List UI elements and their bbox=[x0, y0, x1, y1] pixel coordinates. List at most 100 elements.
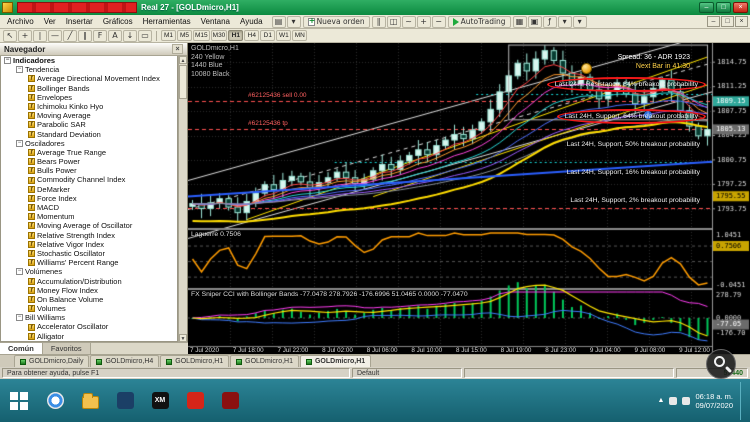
toolbar-icon-button[interactable]: ▾ bbox=[286, 15, 301, 28]
new-order-button[interactable]: Nueva orden bbox=[302, 15, 370, 28]
navigator-item[interactable]: − f Commodity Channel Index bbox=[1, 175, 177, 184]
toolbar-icon-button[interactable]: ◫ bbox=[386, 15, 401, 28]
timeframe-button[interactable]: H1 bbox=[228, 30, 244, 41]
navigator-item[interactable]: − f Bears Power bbox=[1, 157, 177, 166]
mdi-restore-button[interactable]: □ bbox=[721, 16, 734, 27]
tray-icon-2[interactable] bbox=[682, 396, 691, 405]
navigator-item[interactable]: − f Indicadores bbox=[1, 56, 177, 65]
magnifier-overlay-button[interactable] bbox=[706, 349, 736, 379]
toolbar-icon-button[interactable]: + bbox=[416, 15, 431, 28]
tree-expander-icon[interactable]: − bbox=[16, 268, 23, 276]
chart-tab[interactable]: GOLDmicro,H1 bbox=[160, 355, 230, 367]
toolbar-icon-button[interactable]: ƒ bbox=[542, 15, 557, 28]
drawing-tool-button[interactable]: ↓ bbox=[123, 29, 137, 42]
navigator-item[interactable]: − f Relative Strength Index bbox=[1, 231, 177, 240]
navigator-item[interactable]: − f Ichimoku Kinko Hyo bbox=[1, 102, 177, 111]
navigator-item[interactable]: − f Standard Deviation bbox=[1, 130, 177, 139]
scroll-up-icon[interactable]: ▲ bbox=[179, 56, 187, 64]
navigator-item[interactable]: − f Momentum bbox=[1, 212, 177, 221]
timeframe-button[interactable]: M5 bbox=[177, 30, 192, 41]
navigator-item[interactable]: − f Parabolic SAR bbox=[1, 120, 177, 129]
navigator-tab[interactable]: Favoritos bbox=[42, 343, 91, 354]
drawing-tool-button[interactable]: A bbox=[108, 29, 122, 42]
navigator-item[interactable]: − f Relative Vigor Index bbox=[1, 240, 177, 249]
taskbar-app-icon[interactable] bbox=[214, 383, 246, 419]
navigator-item[interactable]: − f Average Directional Movement Index bbox=[1, 74, 177, 83]
menu-item[interactable]: Gráficos bbox=[98, 17, 138, 26]
navigator-item[interactable]: − f Accelerator Oscillator bbox=[1, 322, 177, 331]
drawing-tool-button[interactable]: ∥ bbox=[78, 29, 92, 42]
tray-chevron-icon[interactable]: ▲ bbox=[658, 397, 665, 404]
autotrading-button[interactable]: AutoTrading bbox=[447, 15, 511, 28]
toolbar-icon-button[interactable]: ▦ bbox=[512, 15, 527, 28]
navigator-item[interactable]: − f Force Index bbox=[1, 194, 177, 203]
tree-expander-icon[interactable]: − bbox=[16, 66, 23, 74]
navigator-tab[interactable]: Común bbox=[0, 343, 43, 354]
timeframe-button[interactable]: MN bbox=[292, 30, 308, 41]
navigator-item[interactable]: − f Bill Williams bbox=[1, 313, 177, 322]
timeframe-button[interactable]: M30 bbox=[210, 30, 228, 41]
chart-window[interactable]: GOLDmicro,H1 240 Yellow 1440 Blue 10080 Bla… bbox=[188, 43, 750, 354]
timeframe-button[interactable]: D1 bbox=[260, 30, 276, 41]
navigator-item[interactable]: − f Tendencia bbox=[1, 65, 177, 74]
taskbar-clock[interactable]: 06:18 a. m. 09/07/2020 bbox=[695, 392, 733, 410]
navigator-item[interactable]: − f Moving Average bbox=[1, 111, 177, 120]
navigator-item[interactable]: − f Williams' Percent Range bbox=[1, 258, 177, 267]
toolbar-icon-button[interactable]: ▣ bbox=[527, 15, 542, 28]
tray-icon-1[interactable] bbox=[669, 396, 678, 405]
chart-tab[interactable]: GOLDmicro,H1 bbox=[230, 355, 299, 367]
navigator-item[interactable]: − f Osciladores bbox=[1, 139, 177, 148]
menu-item[interactable]: Insertar bbox=[61, 17, 98, 26]
toolbar-icon-button[interactable]: ▾ bbox=[572, 15, 587, 28]
navigator-item[interactable]: − f Alligator bbox=[1, 332, 177, 341]
timeframe-button[interactable]: H4 bbox=[244, 30, 260, 41]
toolbar-icon-button[interactable]: ~ bbox=[401, 15, 416, 28]
toolbar-icon-button[interactable]: ▤ bbox=[271, 15, 286, 28]
taskbar-app-icon[interactable] bbox=[74, 383, 106, 419]
mdi-minimize-button[interactable]: – bbox=[707, 16, 720, 27]
taskbar-app-icon[interactable] bbox=[39, 383, 71, 419]
tree-expander-icon[interactable]: − bbox=[16, 139, 23, 147]
toolbar-icon-button[interactable]: − bbox=[431, 15, 446, 28]
tree-expander-icon[interactable]: − bbox=[16, 314, 23, 322]
navigator-close-icon[interactable]: × bbox=[172, 44, 183, 54]
show-desktop-button[interactable] bbox=[740, 381, 744, 420]
menu-item[interactable]: Herramientas bbox=[138, 17, 196, 26]
drawing-tool-button[interactable]: — bbox=[48, 29, 62, 42]
taskbar-app-icon[interactable] bbox=[109, 383, 141, 419]
toolbar-icon-button[interactable]: ▾ bbox=[557, 15, 572, 28]
maximize-button[interactable]: □ bbox=[716, 2, 731, 13]
timeframe-button[interactable]: M15 bbox=[193, 30, 210, 41]
close-button[interactable]: × bbox=[733, 2, 748, 13]
timeframe-button[interactable]: M1 bbox=[161, 30, 176, 41]
navigator-item[interactable]: − f Volumes bbox=[1, 304, 177, 313]
mdi-close-button[interactable]: × bbox=[735, 16, 748, 27]
navigator-item[interactable]: − f Accumulation/Distribution bbox=[1, 277, 177, 286]
chart-tab[interactable]: GOLDmicro,H1 bbox=[299, 355, 372, 367]
drawing-tool-button[interactable]: ╱ bbox=[63, 29, 77, 42]
tree-expander-icon[interactable]: − bbox=[4, 57, 11, 65]
navigator-item[interactable]: − f Average True Range bbox=[1, 148, 177, 157]
scroll-down-icon[interactable]: ▼ bbox=[179, 334, 187, 342]
taskbar-app-icon[interactable]: XM bbox=[144, 383, 176, 419]
navigator-item[interactable]: − f MACD bbox=[1, 203, 177, 212]
start-button[interactable] bbox=[2, 382, 36, 420]
navigator-item[interactable]: − f Money Flow Index bbox=[1, 286, 177, 295]
navigator-item[interactable]: − f Stochastic Oscillator bbox=[1, 249, 177, 258]
chart-tab[interactable]: GOLDmicro,H4 bbox=[90, 355, 160, 367]
drawing-tool-button[interactable]: ↖ bbox=[3, 29, 17, 42]
scrollbar-thumb[interactable] bbox=[179, 65, 187, 99]
drawing-tool-button[interactable]: ▭ bbox=[138, 29, 152, 42]
timeframe-button[interactable]: W1 bbox=[276, 30, 292, 41]
menu-item[interactable]: Ver bbox=[39, 17, 61, 26]
navigator-item[interactable]: − f Envelopes bbox=[1, 93, 177, 102]
menu-item[interactable]: Ayuda bbox=[235, 17, 268, 26]
taskbar-app-icon[interactable] bbox=[179, 383, 211, 419]
status-profile[interactable]: Default bbox=[352, 368, 462, 378]
drawing-tool-button[interactable]: + bbox=[18, 29, 32, 42]
drawing-tool-button[interactable]: F bbox=[93, 29, 107, 42]
navigator-item[interactable]: − f Moving Average of Oscillator bbox=[1, 221, 177, 230]
minimize-button[interactable]: – bbox=[699, 2, 714, 13]
navigator-item[interactable]: − f Volúmenes bbox=[1, 267, 177, 276]
drawing-tool-button[interactable]: | bbox=[33, 29, 47, 42]
